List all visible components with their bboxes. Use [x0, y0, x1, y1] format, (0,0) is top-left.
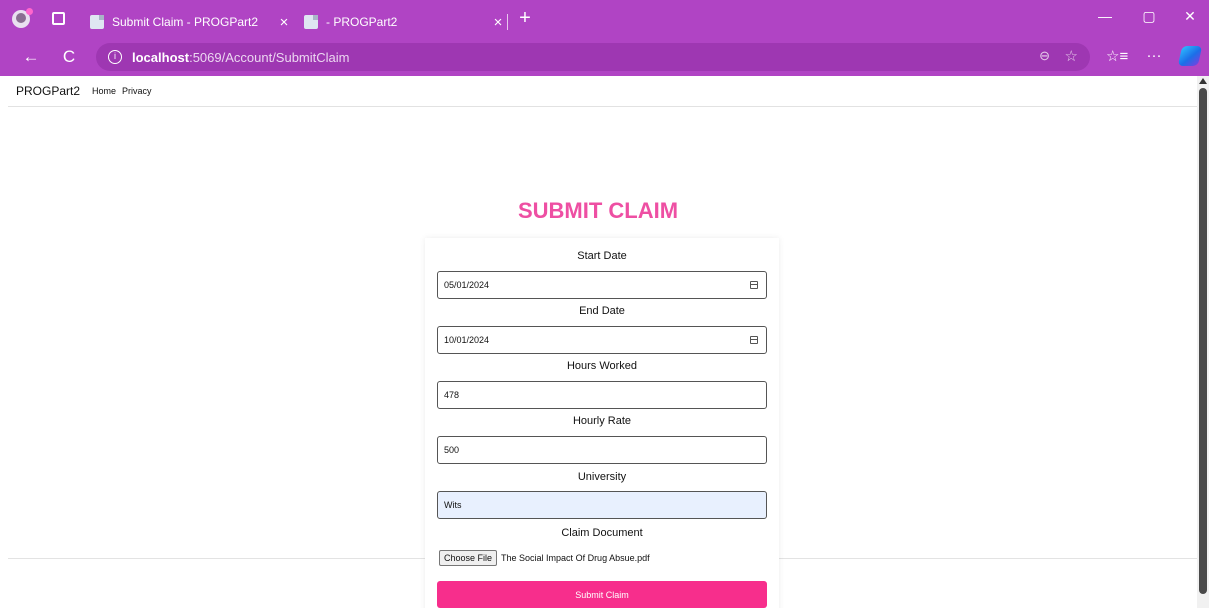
favorites-bar-icon[interactable]: ☆≡: [1106, 47, 1128, 65]
minimize-icon[interactable]: —: [1090, 8, 1120, 24]
university-input[interactable]: Wits: [437, 491, 767, 519]
page-favicon-icon: [90, 15, 104, 29]
url-path: :5069/Account/SubmitClaim: [189, 49, 350, 65]
restore-icon[interactable]: ▢: [1134, 8, 1164, 25]
profile-badge-icon: [26, 8, 33, 15]
hours-worked-input[interactable]: 478: [437, 381, 767, 409]
selected-file-name: The Social Impact Of Drug Absue.pdf: [501, 553, 650, 563]
tab-strip: Submit Claim - PROGPart2 × - PROGPart2 ×…: [0, 0, 1209, 38]
claim-document-label: Claim Document: [561, 527, 643, 539]
address-toolbar: ← C i localhost :5069/Account/SubmitClai…: [0, 38, 1209, 76]
start-date-label: Start Date: [577, 250, 627, 262]
window-close-icon[interactable]: ✕: [1175, 8, 1205, 25]
calendar-icon[interactable]: [750, 336, 758, 344]
university-label: University: [577, 471, 627, 483]
calendar-icon[interactable]: [750, 281, 758, 289]
nav-link-home[interactable]: Home: [92, 86, 116, 96]
hours-worked-label: Hours Worked: [566, 360, 638, 372]
end-date-input[interactable]: 10/01/2024: [437, 326, 767, 354]
site-info-icon[interactable]: i: [108, 50, 122, 64]
nav-link-privacy[interactable]: Privacy: [122, 86, 152, 96]
university-value: Wits: [444, 500, 462, 510]
tab-separator: [507, 14, 508, 30]
page-favicon-icon: [304, 15, 318, 29]
hourly-rate-input[interactable]: 500: [437, 436, 767, 464]
address-bar[interactable]: i localhost :5069/Account/SubmitClaim ⊖ …: [96, 43, 1090, 71]
page-viewport: PROGPart2 Home Privacy SUBMIT CLAIM Star…: [8, 76, 1197, 608]
hourly-rate-label: Hourly Rate: [572, 415, 632, 427]
claim-form: Start Date 05/01/2024 End Date 10/01/202…: [425, 238, 779, 608]
refresh-icon[interactable]: C: [58, 47, 80, 67]
scroll-up-icon[interactable]: [1199, 78, 1207, 84]
end-date-label: End Date: [579, 305, 625, 317]
tab-progpart2[interactable]: - PROGPart2 ×: [296, 6, 508, 38]
tab-close-icon[interactable]: ×: [274, 14, 294, 31]
tab-title: - PROGPart2: [326, 15, 398, 29]
scrollbar-thumb[interactable]: [1199, 88, 1207, 594]
new-tab-icon[interactable]: +: [515, 7, 535, 30]
submit-claim-button[interactable]: Submit Claim: [437, 581, 767, 608]
tab-title: Submit Claim - PROGPart2: [112, 15, 259, 29]
claim-document-input[interactable]: Choose File The Social Impact Of Drug Ab…: [439, 550, 650, 566]
site-navbar: PROGPart2 Home Privacy: [8, 76, 1197, 107]
hours-worked-value: 478: [444, 390, 460, 400]
tab-close-icon[interactable]: ×: [488, 14, 508, 31]
back-icon[interactable]: ←: [20, 47, 42, 67]
url-host: localhost: [132, 49, 190, 65]
start-date-input[interactable]: 05/01/2024: [437, 271, 767, 299]
favorite-star-icon[interactable]: ☆: [1065, 47, 1078, 65]
tab-submit-claim[interactable]: Submit Claim - PROGPart2 ×: [82, 6, 294, 38]
hourly-rate-value: 500: [444, 445, 460, 455]
end-date-value: 10/01/2024: [444, 335, 490, 345]
tab-actions-icon[interactable]: [52, 12, 65, 25]
choose-file-button[interactable]: Choose File: [439, 550, 498, 566]
more-options-icon[interactable]: ···: [1143, 47, 1165, 64]
zoom-icon[interactable]: ⊖: [1039, 48, 1050, 64]
site-brand-link[interactable]: PROGPart2: [16, 84, 80, 98]
page-title: SUBMIT CLAIM: [517, 198, 679, 223]
start-date-value: 05/01/2024: [444, 280, 490, 290]
page-scrollbar[interactable]: [1197, 76, 1209, 608]
